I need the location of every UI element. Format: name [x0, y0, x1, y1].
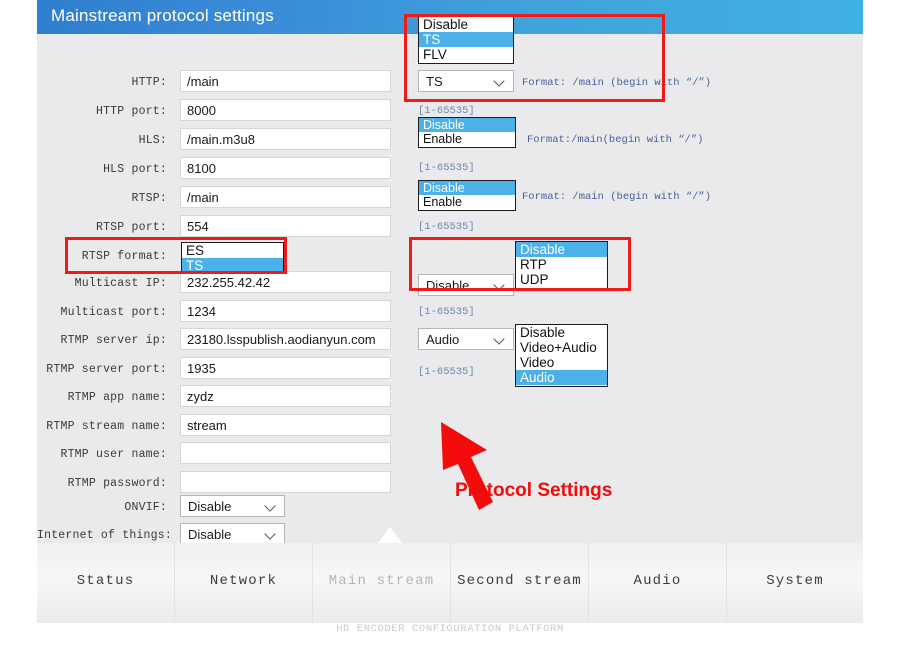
label-rtsp: RTSP:	[131, 192, 167, 205]
label-rtmp-user-name: RTMP user name:	[60, 448, 167, 461]
label-multicast-port: Multicast port:	[60, 306, 167, 319]
settings-panel: HTTP: /main HTTP port: 8000 HLS: /main.m…	[37, 14, 863, 545]
input-hls-port[interactable]: 8100	[180, 157, 391, 179]
nav-item-system[interactable]: System	[727, 543, 863, 623]
label-rtmp-password: RTMP password:	[67, 477, 167, 490]
label-multicast-ip: Multicast IP:	[74, 277, 167, 290]
label-http-port: HTTP port:	[95, 105, 167, 118]
hint-format-rtsp: Format: /main (begin with “/”)	[522, 191, 712, 203]
option-rtsp-disable[interactable]: Disable	[419, 181, 515, 195]
annotation-label-protocol-settings: Protocol Settings	[455, 480, 613, 501]
hint-range-rtmp-server-port: [1-65535]	[418, 366, 475, 378]
hint-format-hls: Format:/main(begin with “/”)	[527, 134, 704, 146]
platform-caption: HD ENCODER CONFIGURATION PLATFORM	[336, 623, 564, 635]
select-rtmp-stream[interactable]: Audio	[418, 328, 514, 350]
input-http[interactable]: /main	[180, 70, 391, 92]
option-rtsp-enable[interactable]: Enable	[419, 195, 515, 209]
label-hls-port: HLS port:	[103, 163, 167, 176]
annotation-box-multicast	[409, 237, 631, 291]
input-hls[interactable]: /main.m3u8	[180, 128, 391, 150]
option-rtmp-stream-disable[interactable]: Disable	[516, 325, 607, 340]
nav-item-network[interactable]: Network	[175, 543, 313, 623]
select-iot-value: Disable	[188, 527, 232, 542]
label-hls: HLS:	[138, 134, 167, 147]
nav-label-main-stream: Main stream	[328, 573, 435, 589]
option-rtmp-stream-video[interactable]: Video	[516, 355, 607, 370]
select-onvif-value: Disable	[188, 499, 232, 514]
input-multicast-ip[interactable]: 232.255.42.42	[180, 271, 391, 293]
option-rtmp-stream-video-audio[interactable]: Video+Audio	[516, 340, 607, 355]
encoder-config-page: Mainstream protocol settings HTTP: /main…	[37, 0, 863, 671]
page-title: Mainstream protocol settings	[51, 6, 274, 25]
label-rtsp-port: RTSP port:	[95, 221, 167, 234]
select-onvif[interactable]: Disable	[180, 495, 285, 517]
input-rtmp-password[interactable]	[180, 471, 391, 493]
annotation-box-http-protocol	[404, 14, 665, 102]
footer-notch-triangle	[378, 527, 402, 543]
nav-label-system: System	[766, 573, 824, 589]
nav-item-status[interactable]: Status	[37, 543, 175, 623]
nav-label-audio: Audio	[633, 573, 682, 589]
hint-range-rtsp-port: [1-65535]	[418, 221, 475, 233]
hint-range-http-port: [1-65535]	[418, 105, 475, 117]
label-rtmp-server-port: RTMP server port:	[46, 363, 167, 376]
footer-nav: Status Network Main stream Second stream…	[37, 543, 863, 623]
listbox-rtsp-enable[interactable]: Disable Enable	[418, 180, 516, 211]
chevron-down-icon	[266, 502, 276, 509]
label-onvif: ONVIF:	[124, 501, 167, 514]
nav-item-main-stream[interactable]: Main stream	[313, 543, 451, 623]
input-rtmp-user-name[interactable]	[180, 442, 391, 464]
input-rtsp-port[interactable]: 554	[180, 215, 391, 237]
select-internet-of-things[interactable]: Disable	[180, 523, 285, 545]
input-multicast-port[interactable]: 1234	[180, 300, 391, 322]
chevron-down-icon	[495, 335, 505, 342]
label-internet-of-things: Internet of things:	[37, 529, 172, 542]
annotation-arrow-icon	[441, 422, 493, 510]
option-rtmp-stream-audio[interactable]: Audio	[516, 370, 607, 385]
label-rtmp-server-ip: RTMP server ip:	[60, 334, 167, 347]
input-rtmp-server-ip[interactable]: 23180.lsspublish.aodianyun.com	[180, 328, 391, 350]
label-http: HTTP:	[131, 76, 167, 89]
nav-label-second-stream: Second stream	[457, 573, 582, 589]
nav-item-second-stream[interactable]: Second stream	[451, 543, 589, 623]
chevron-down-icon	[266, 530, 276, 537]
label-rtmp-app-name: RTMP app name:	[67, 391, 167, 404]
input-rtmp-app-name[interactable]: zydz	[180, 385, 391, 407]
nav-label-status: Status	[76, 573, 135, 589]
input-http-port[interactable]: 8000	[180, 99, 391, 121]
option-hls-disable[interactable]: Disable	[419, 118, 515, 132]
option-hls-enable[interactable]: Enable	[419, 132, 515, 146]
listbox-rtmp-stream[interactable]: Disable Video+Audio Video Audio	[515, 324, 608, 387]
input-rtmp-server-port[interactable]: 1935	[180, 357, 391, 379]
hint-range-multicast-port: [1-65535]	[418, 306, 475, 318]
input-rtmp-stream-name[interactable]: stream	[180, 414, 391, 436]
listbox-hls-enable[interactable]: Disable Enable	[418, 117, 516, 148]
input-rtsp[interactable]: /main	[180, 186, 391, 208]
select-rtmp-stream-value: Audio	[426, 332, 460, 347]
nav-label-network: Network	[209, 573, 278, 589]
nav-item-audio[interactable]: Audio	[589, 543, 727, 623]
hint-range-hls-port: [1-65535]	[418, 162, 475, 174]
label-rtmp-stream-name: RTMP stream name:	[46, 420, 167, 433]
annotation-box-rtsp-format	[65, 237, 287, 274]
